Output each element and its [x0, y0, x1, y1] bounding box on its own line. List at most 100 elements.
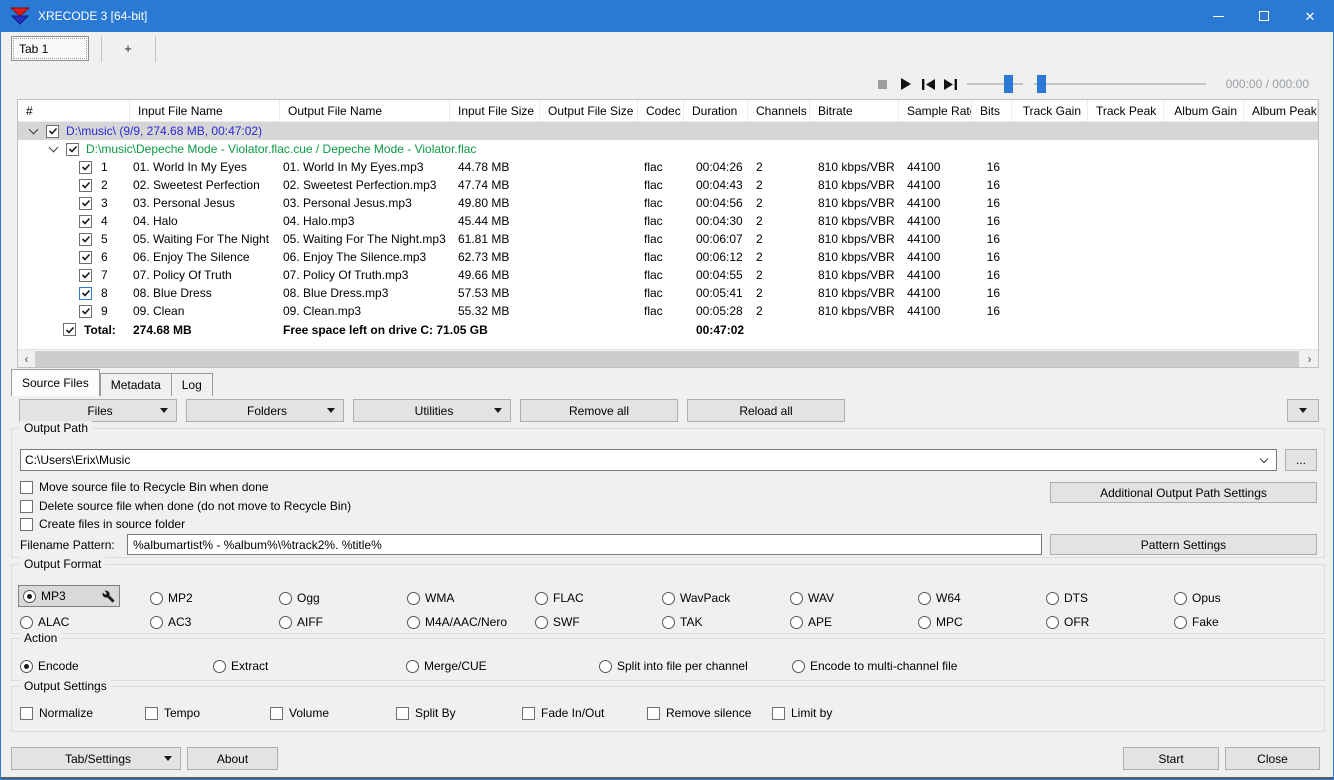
- format-radio-mpc[interactable]: MPC: [918, 612, 1044, 632]
- col-header-input-size[interactable]: Input File Size: [450, 100, 540, 121]
- tempo-checkbox[interactable]: Tempo: [145, 706, 200, 720]
- col-header-input-name[interactable]: Input File Name: [130, 100, 280, 121]
- normalize-checkbox[interactable]: Normalize: [20, 706, 93, 720]
- folders-button[interactable]: Folders: [186, 399, 344, 422]
- track-checkbox[interactable]: [79, 268, 92, 282]
- format-radio-fake[interactable]: Fake: [1174, 612, 1300, 632]
- col-header-album-peak[interactable]: Album Peak: [1244, 100, 1318, 121]
- more-options-button[interactable]: [1287, 399, 1319, 422]
- format-radio-ofr[interactable]: OFR: [1046, 612, 1172, 632]
- album-row[interactable]: D:\music\Depeche Mode - Violator.flac.cu…: [18, 140, 1318, 158]
- tab-metadata[interactable]: Metadata: [99, 373, 172, 396]
- action-radio-extract[interactable]: Extract: [213, 656, 268, 676]
- format-radio-mp2[interactable]: MP2: [150, 588, 276, 608]
- close-button[interactable]: ✕: [1287, 0, 1333, 32]
- format-radio-opus[interactable]: Opus: [1174, 588, 1300, 608]
- track-checkbox[interactable]: [79, 214, 92, 228]
- format-radio-mp3[interactable]: MP3: [18, 585, 120, 607]
- additional-output-path-settings-button[interactable]: Additional Output Path Settings: [1050, 482, 1317, 503]
- volume-slider[interactable]: [967, 75, 1023, 93]
- track-checkbox[interactable]: [79, 250, 92, 264]
- track-checkbox[interactable]: [79, 178, 92, 192]
- track-checkbox[interactable]: [79, 196, 92, 210]
- tab-1[interactable]: Tab 1: [11, 36, 89, 61]
- skip-back-button[interactable]: [919, 76, 937, 92]
- track-row[interactable]: 2 02. Sweetest Perfection 02. Sweetest P…: [18, 176, 1318, 194]
- close-action-button[interactable]: Close: [1225, 747, 1320, 770]
- action-radio-split-per-channel[interactable]: Split into file per channel: [599, 656, 748, 676]
- track-row[interactable]: 7 07. Policy Of Truth 07. Policy Of Trut…: [18, 266, 1318, 284]
- play-button[interactable]: [897, 76, 915, 92]
- output-path-input[interactable]: C:\Users\Erix\Music: [20, 449, 1277, 471]
- folder-group-row[interactable]: D:\music\ (9/9, 274.68 MB, 00:47:02): [18, 122, 1318, 140]
- track-row[interactable]: 6 06. Enjoy The Silence 06. Enjoy The Si…: [18, 248, 1318, 266]
- maximize-button[interactable]: [1241, 0, 1287, 32]
- track-checkbox[interactable]: [79, 304, 92, 318]
- col-header-bitrate[interactable]: Bitrate: [810, 100, 899, 121]
- col-header-num[interactable]: #: [18, 100, 130, 121]
- track-row[interactable]: 5 05. Waiting For The Night 05. Waiting …: [18, 230, 1318, 248]
- scroll-left-icon[interactable]: ‹: [18, 350, 35, 367]
- col-header-output-name[interactable]: Output File Name: [280, 100, 450, 121]
- format-radio-wavpack[interactable]: WavPack: [662, 588, 788, 608]
- split-by-checkbox[interactable]: Split By: [396, 706, 456, 720]
- delete-source-checkbox[interactable]: Delete source file when done (do not mov…: [20, 498, 351, 514]
- format-radio-flac[interactable]: FLAC: [535, 588, 661, 608]
- scrollbar-thumb[interactable]: [35, 350, 1299, 367]
- filename-pattern-input[interactable]: %albumartist% - %album%\%track2%. %title…: [127, 534, 1042, 555]
- col-header-duration[interactable]: Duration: [684, 100, 748, 121]
- col-header-channels[interactable]: Channels: [748, 100, 810, 121]
- skip-forward-button[interactable]: [941, 76, 959, 92]
- volume-slider-thumb[interactable]: [1004, 75, 1013, 93]
- format-radio-dts[interactable]: DTS: [1046, 588, 1172, 608]
- remove-silence-checkbox[interactable]: Remove silence: [647, 706, 751, 720]
- action-radio-merge-cue[interactable]: Merge/CUE: [406, 656, 487, 676]
- expander-icon[interactable]: [28, 124, 39, 134]
- browse-button[interactable]: ...: [1285, 449, 1317, 471]
- format-radio-ac3[interactable]: AC3: [150, 612, 276, 632]
- format-radio-swf[interactable]: SWF: [535, 612, 661, 632]
- add-tab-button[interactable]: +: [107, 41, 149, 56]
- total-checkbox[interactable]: [63, 323, 76, 336]
- format-radio-w64[interactable]: W64: [918, 588, 1044, 608]
- remove-all-button[interactable]: Remove all: [520, 399, 678, 422]
- col-header-output-size[interactable]: Output File Size: [540, 100, 638, 121]
- tab-source-files[interactable]: Source Files: [11, 369, 100, 396]
- start-button[interactable]: Start: [1123, 747, 1219, 770]
- col-header-sample-rate[interactable]: Sample Rate: [899, 100, 972, 121]
- track-row[interactable]: 9 09. Clean 09. Clean.mp3 55.32 MB flac …: [18, 302, 1318, 320]
- about-button[interactable]: About: [187, 747, 278, 770]
- action-radio-multi-channel[interactable]: Encode to multi-channel file: [792, 656, 957, 676]
- tab-settings-button[interactable]: Tab/Settings: [11, 747, 181, 770]
- horizontal-scrollbar[interactable]: ‹ ›: [18, 349, 1318, 367]
- track-row[interactable]: 1 01. World In My Eyes 01. World In My E…: [18, 158, 1318, 176]
- volume-checkbox[interactable]: Volume: [270, 706, 329, 720]
- stop-button[interactable]: [873, 76, 891, 92]
- format-radio-wav[interactable]: WAV: [790, 588, 916, 608]
- fade-in-out-checkbox[interactable]: Fade In/Out: [522, 706, 604, 720]
- files-button[interactable]: Files: [19, 399, 177, 422]
- col-header-track-peak[interactable]: Track Peak: [1088, 100, 1164, 121]
- format-radio-aiff[interactable]: AIFF: [279, 612, 405, 632]
- seek-slider-thumb[interactable]: [1037, 75, 1046, 93]
- seek-slider[interactable]: [1034, 75, 1206, 93]
- create-in-source-checkbox[interactable]: Create files in source folder: [20, 516, 185, 532]
- recycle-bin-checkbox[interactable]: Move source file to Recycle Bin when don…: [20, 479, 268, 495]
- action-radio-encode[interactable]: Encode: [20, 656, 79, 676]
- expander-icon[interactable]: [48, 142, 59, 152]
- limit-by-checkbox[interactable]: Limit by: [772, 706, 832, 720]
- reload-all-button[interactable]: Reload all: [687, 399, 845, 422]
- format-radio-ogg[interactable]: Ogg: [279, 588, 405, 608]
- format-radio-ape[interactable]: APE: [790, 612, 916, 632]
- track-checkbox[interactable]: [79, 160, 92, 174]
- col-header-album-gain[interactable]: Album Gain: [1164, 100, 1244, 121]
- tab-log[interactable]: Log: [171, 373, 213, 396]
- track-row[interactable]: 3 03. Personal Jesus 03. Personal Jesus.…: [18, 194, 1318, 212]
- track-row[interactable]: 4 04. Halo 04. Halo.mp3 45.44 MB flac 00…: [18, 212, 1318, 230]
- track-checkbox[interactable]: [79, 286, 92, 300]
- col-header-codec[interactable]: Codec: [638, 100, 684, 121]
- col-header-bits[interactable]: Bits: [972, 100, 1012, 121]
- track-checkbox[interactable]: [79, 232, 92, 246]
- folder-checkbox[interactable]: [46, 124, 59, 138]
- album-checkbox[interactable]: [66, 142, 79, 156]
